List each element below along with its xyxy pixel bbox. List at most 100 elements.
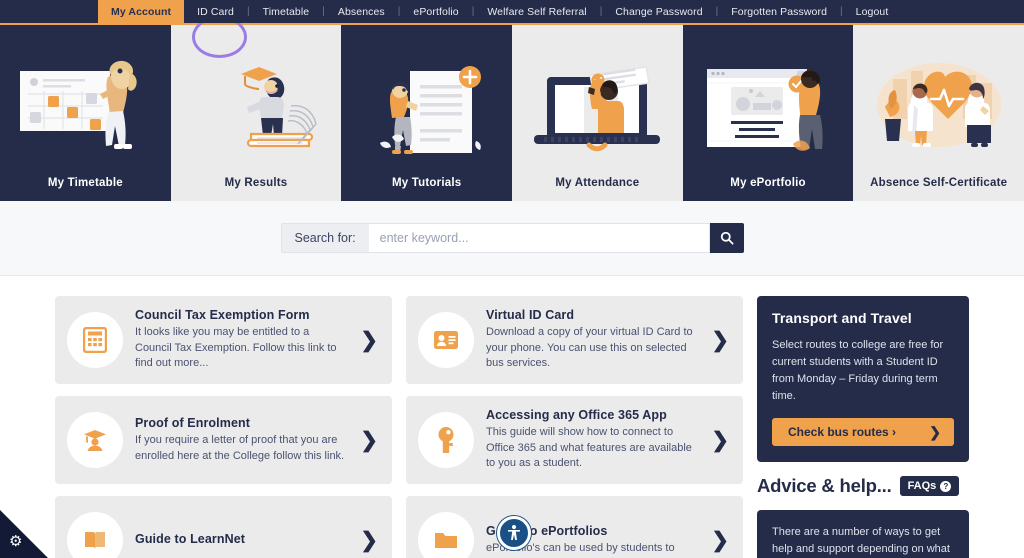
- card-title: Council Tax Exemption Form: [135, 308, 310, 323]
- advice-title: Advice & help...: [757, 475, 892, 497]
- link-cards-row-3: Guide to LearnNet ❯ Guide to ePortfolios…: [55, 496, 743, 558]
- nav-item-logout[interactable]: Logout: [843, 0, 902, 23]
- tile-my-tutorials[interactable]: My Tutorials: [341, 25, 513, 201]
- document-plus-icon: [341, 25, 512, 177]
- advice-and-help-header: Advice & help... FAQs ?: [757, 475, 969, 497]
- card-title: Proof of Enrolment: [135, 415, 250, 430]
- chevron-right-icon[interactable]: ❯: [356, 330, 378, 351]
- panel-text: There are a number of ways to get help a…: [772, 526, 950, 556]
- transport-and-travel-panel: Transport and Travel Select routes to co…: [757, 296, 969, 463]
- card-title: Virtual ID Card: [486, 308, 575, 323]
- nav-label: Logout: [855, 5, 889, 18]
- search-icon: [720, 231, 734, 245]
- card-body: Proof of Enrolment If you require a lett…: [135, 416, 344, 464]
- card-guide-to-eportfolios[interactable]: Guide to ePortfolios ePortfolio's can be…: [406, 496, 743, 558]
- button-label: Check bus routes ›: [788, 425, 897, 440]
- tile-my-timetable[interactable]: My Timetable: [0, 25, 171, 201]
- key-icon: [418, 412, 474, 468]
- panel-text: Select routes to college are free for cu…: [772, 339, 944, 403]
- gear-icon[interactable]: ⚙: [9, 534, 22, 549]
- tile-my-eportfolio[interactable]: My ePortfolio: [682, 25, 854, 201]
- card-accessing-office-365[interactable]: Accessing any Office 365 App This guide …: [406, 396, 743, 484]
- chevron-right-icon[interactable]: ❯: [356, 430, 378, 451]
- nav-item-eportfolio[interactable]: ePortfolio: [400, 0, 471, 23]
- nav-left-spacer: [0, 0, 98, 23]
- panel-title: Transport and Travel: [772, 310, 912, 326]
- top-navigation-bar: My Account ID Card | Timetable | Absence…: [0, 0, 1024, 23]
- nav-item-forgotten-password[interactable]: Forgotten Password: [718, 0, 840, 23]
- whiteboard-woman-icon: [0, 25, 171, 177]
- doctors-heart-icon: [853, 25, 1024, 177]
- card-council-tax-exemption-form[interactable]: Council Tax Exemption Form It looks like…: [55, 296, 392, 384]
- settings-corner-widget[interactable]: ⚙: [0, 510, 48, 558]
- nav-label: My Account: [111, 5, 172, 18]
- book-icon: [67, 512, 123, 558]
- card-guide-to-learnnet[interactable]: Guide to LearnNet ❯: [55, 496, 392, 558]
- search-input[interactable]: [368, 223, 710, 253]
- sidebar-column: Transport and Travel Select routes to co…: [757, 296, 969, 558]
- card-title: Accessing any Office 365 App: [486, 408, 667, 423]
- card-body: Accessing any Office 365 App This guide …: [486, 408, 695, 472]
- card-virtual-id-card[interactable]: Virtual ID Card Download a copy of your …: [406, 296, 743, 384]
- tile-my-results[interactable]: My Results: [170, 25, 342, 201]
- link-cards-row-1: Council Tax Exemption Form It looks like…: [55, 296, 743, 384]
- advice-and-help-panel: There are a number of ways to get help a…: [757, 510, 969, 558]
- chevron-right-icon[interactable]: ❯: [356, 530, 378, 551]
- card-body: Council Tax Exemption Form It looks like…: [135, 308, 344, 372]
- folder-icon: [418, 512, 474, 558]
- check-bus-routes-button[interactable]: Check bus routes › ❯: [772, 418, 954, 447]
- nav-item-timetable[interactable]: Timetable: [250, 0, 323, 23]
- accessibility-widget-button[interactable]: [497, 516, 531, 550]
- nav-item-change-password[interactable]: Change Password: [602, 0, 715, 23]
- card-description: If you require a letter of proof that yo…: [135, 433, 345, 462]
- corner-triangle: [0, 510, 48, 558]
- question-mark-icon: ?: [940, 480, 952, 492]
- nav-label: Change Password: [615, 5, 703, 18]
- tile-label: My ePortfolio: [730, 177, 806, 189]
- nav-item-my-account[interactable]: My Account: [98, 0, 185, 23]
- calculator-icon: [67, 312, 123, 368]
- nav-item-welfare-self-referral[interactable]: Welfare Self Referral: [474, 0, 599, 23]
- nav-item-absences[interactable]: Absences: [325, 0, 398, 23]
- nav-label: ID Card: [197, 5, 235, 18]
- faqs-label: FAQs: [907, 480, 937, 493]
- link-cards-column: Council Tax Exemption Form It looks like…: [55, 296, 743, 558]
- nav-label: Timetable: [262, 5, 310, 18]
- faqs-badge-button[interactable]: FAQs ?: [899, 476, 960, 497]
- nav-label: Absences: [337, 5, 385, 18]
- graduate-icon: [67, 412, 123, 468]
- search-band: Search for:: [0, 201, 1024, 276]
- tile-label: Absence Self-Certificate: [870, 177, 1008, 189]
- card-title: Guide to LearnNet: [135, 531, 246, 546]
- quick-links-tile-strip: My Timetable My Results My Tutorials My …: [0, 16, 1024, 201]
- search-label: Search for:: [280, 223, 369, 253]
- tile-my-attendance[interactable]: My Attendance: [512, 25, 683, 201]
- card-body: Guide to LearnNet: [135, 532, 344, 549]
- card-description: This guide will show how to connect to O…: [486, 426, 692, 470]
- browser-window-icon: [683, 25, 854, 177]
- chevron-right-icon: ❯: [929, 423, 941, 440]
- graduate-book-icon: [171, 25, 342, 177]
- nav-label: Forgotten Password: [731, 5, 828, 18]
- tile-absence-self-certificate[interactable]: Absence Self-Certificate: [853, 25, 1024, 201]
- tile-label: My Timetable: [47, 177, 123, 189]
- card-description: Download a copy of your virtual ID Card …: [486, 326, 693, 370]
- search-box: Search for:: [280, 223, 744, 253]
- chevron-right-icon[interactable]: ❯: [707, 330, 729, 351]
- accessibility-person-icon: [508, 524, 520, 541]
- tile-label: My Results: [224, 177, 288, 189]
- card-description: It looks like you may be entitled to a C…: [135, 326, 337, 370]
- id-card-icon: [418, 312, 474, 368]
- card-proof-of-enrolment[interactable]: Proof of Enrolment If you require a lett…: [55, 396, 392, 484]
- chevron-right-icon[interactable]: ❯: [707, 530, 729, 551]
- nav-label: ePortfolio: [413, 5, 459, 18]
- tile-label: My Attendance: [555, 177, 640, 189]
- chevron-right-icon[interactable]: ❯: [707, 430, 729, 451]
- laptop-certificate-icon: [512, 25, 683, 177]
- nav-item-id-card[interactable]: ID Card: [184, 0, 247, 23]
- card-body: Virtual ID Card Download a copy of your …: [486, 308, 695, 372]
- link-cards-row-2: Proof of Enrolment If you require a lett…: [55, 396, 743, 484]
- nav-label: Welfare Self Referral: [487, 5, 587, 18]
- tile-label: My Tutorials: [392, 177, 462, 189]
- search-submit-button[interactable]: [709, 223, 744, 253]
